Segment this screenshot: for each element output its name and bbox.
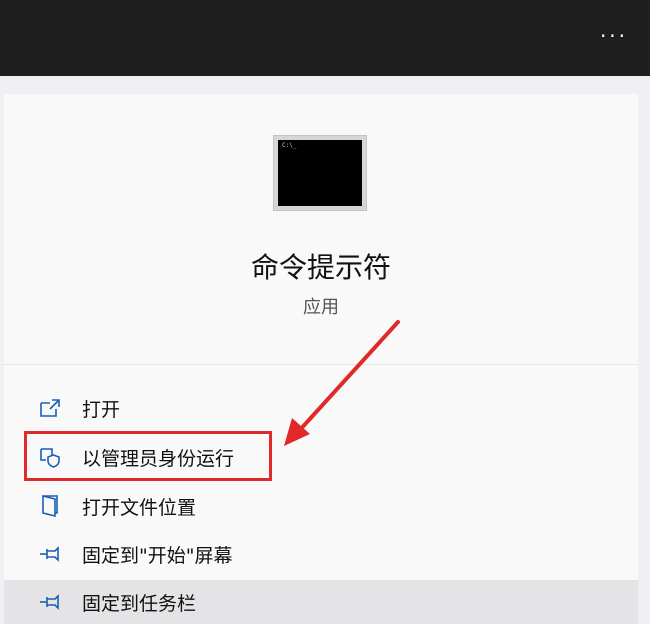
menu-item-pin-to-start[interactable]: 固定到"开始"屏幕 xyxy=(4,532,638,576)
section-divider xyxy=(4,364,638,365)
open-external-icon xyxy=(38,396,62,420)
app-name: 命令提示符 xyxy=(250,251,391,284)
menu-item-label: 固定到"开始"屏幕 xyxy=(82,544,233,567)
terminal-prompt-text: C:\_ xyxy=(282,142,297,149)
menu-item-label: 打开文件位置 xyxy=(82,496,197,519)
pin-icon xyxy=(38,590,62,614)
more-options-button[interactable]: ··· xyxy=(596,18,632,54)
app-type: 应用 xyxy=(303,297,339,318)
menu-item-pin-to-taskbar[interactable]: 固定到任务栏 xyxy=(4,580,638,624)
menu-item-open-file-location[interactable]: 打开文件位置 xyxy=(4,484,638,528)
menu-item-label: 固定到任务栏 xyxy=(82,592,197,615)
app-icon: C:\_ xyxy=(273,135,367,211)
menu-item-open[interactable]: 打开 xyxy=(4,386,638,430)
file-location-icon xyxy=(38,494,62,518)
terminal-screen: C:\_ xyxy=(278,140,362,206)
highlight-box xyxy=(24,431,272,481)
menu-item-label: 打开 xyxy=(82,398,121,421)
pin-icon xyxy=(38,542,62,566)
more-icon: ··· xyxy=(599,24,629,48)
top-bar: ··· xyxy=(0,0,650,76)
